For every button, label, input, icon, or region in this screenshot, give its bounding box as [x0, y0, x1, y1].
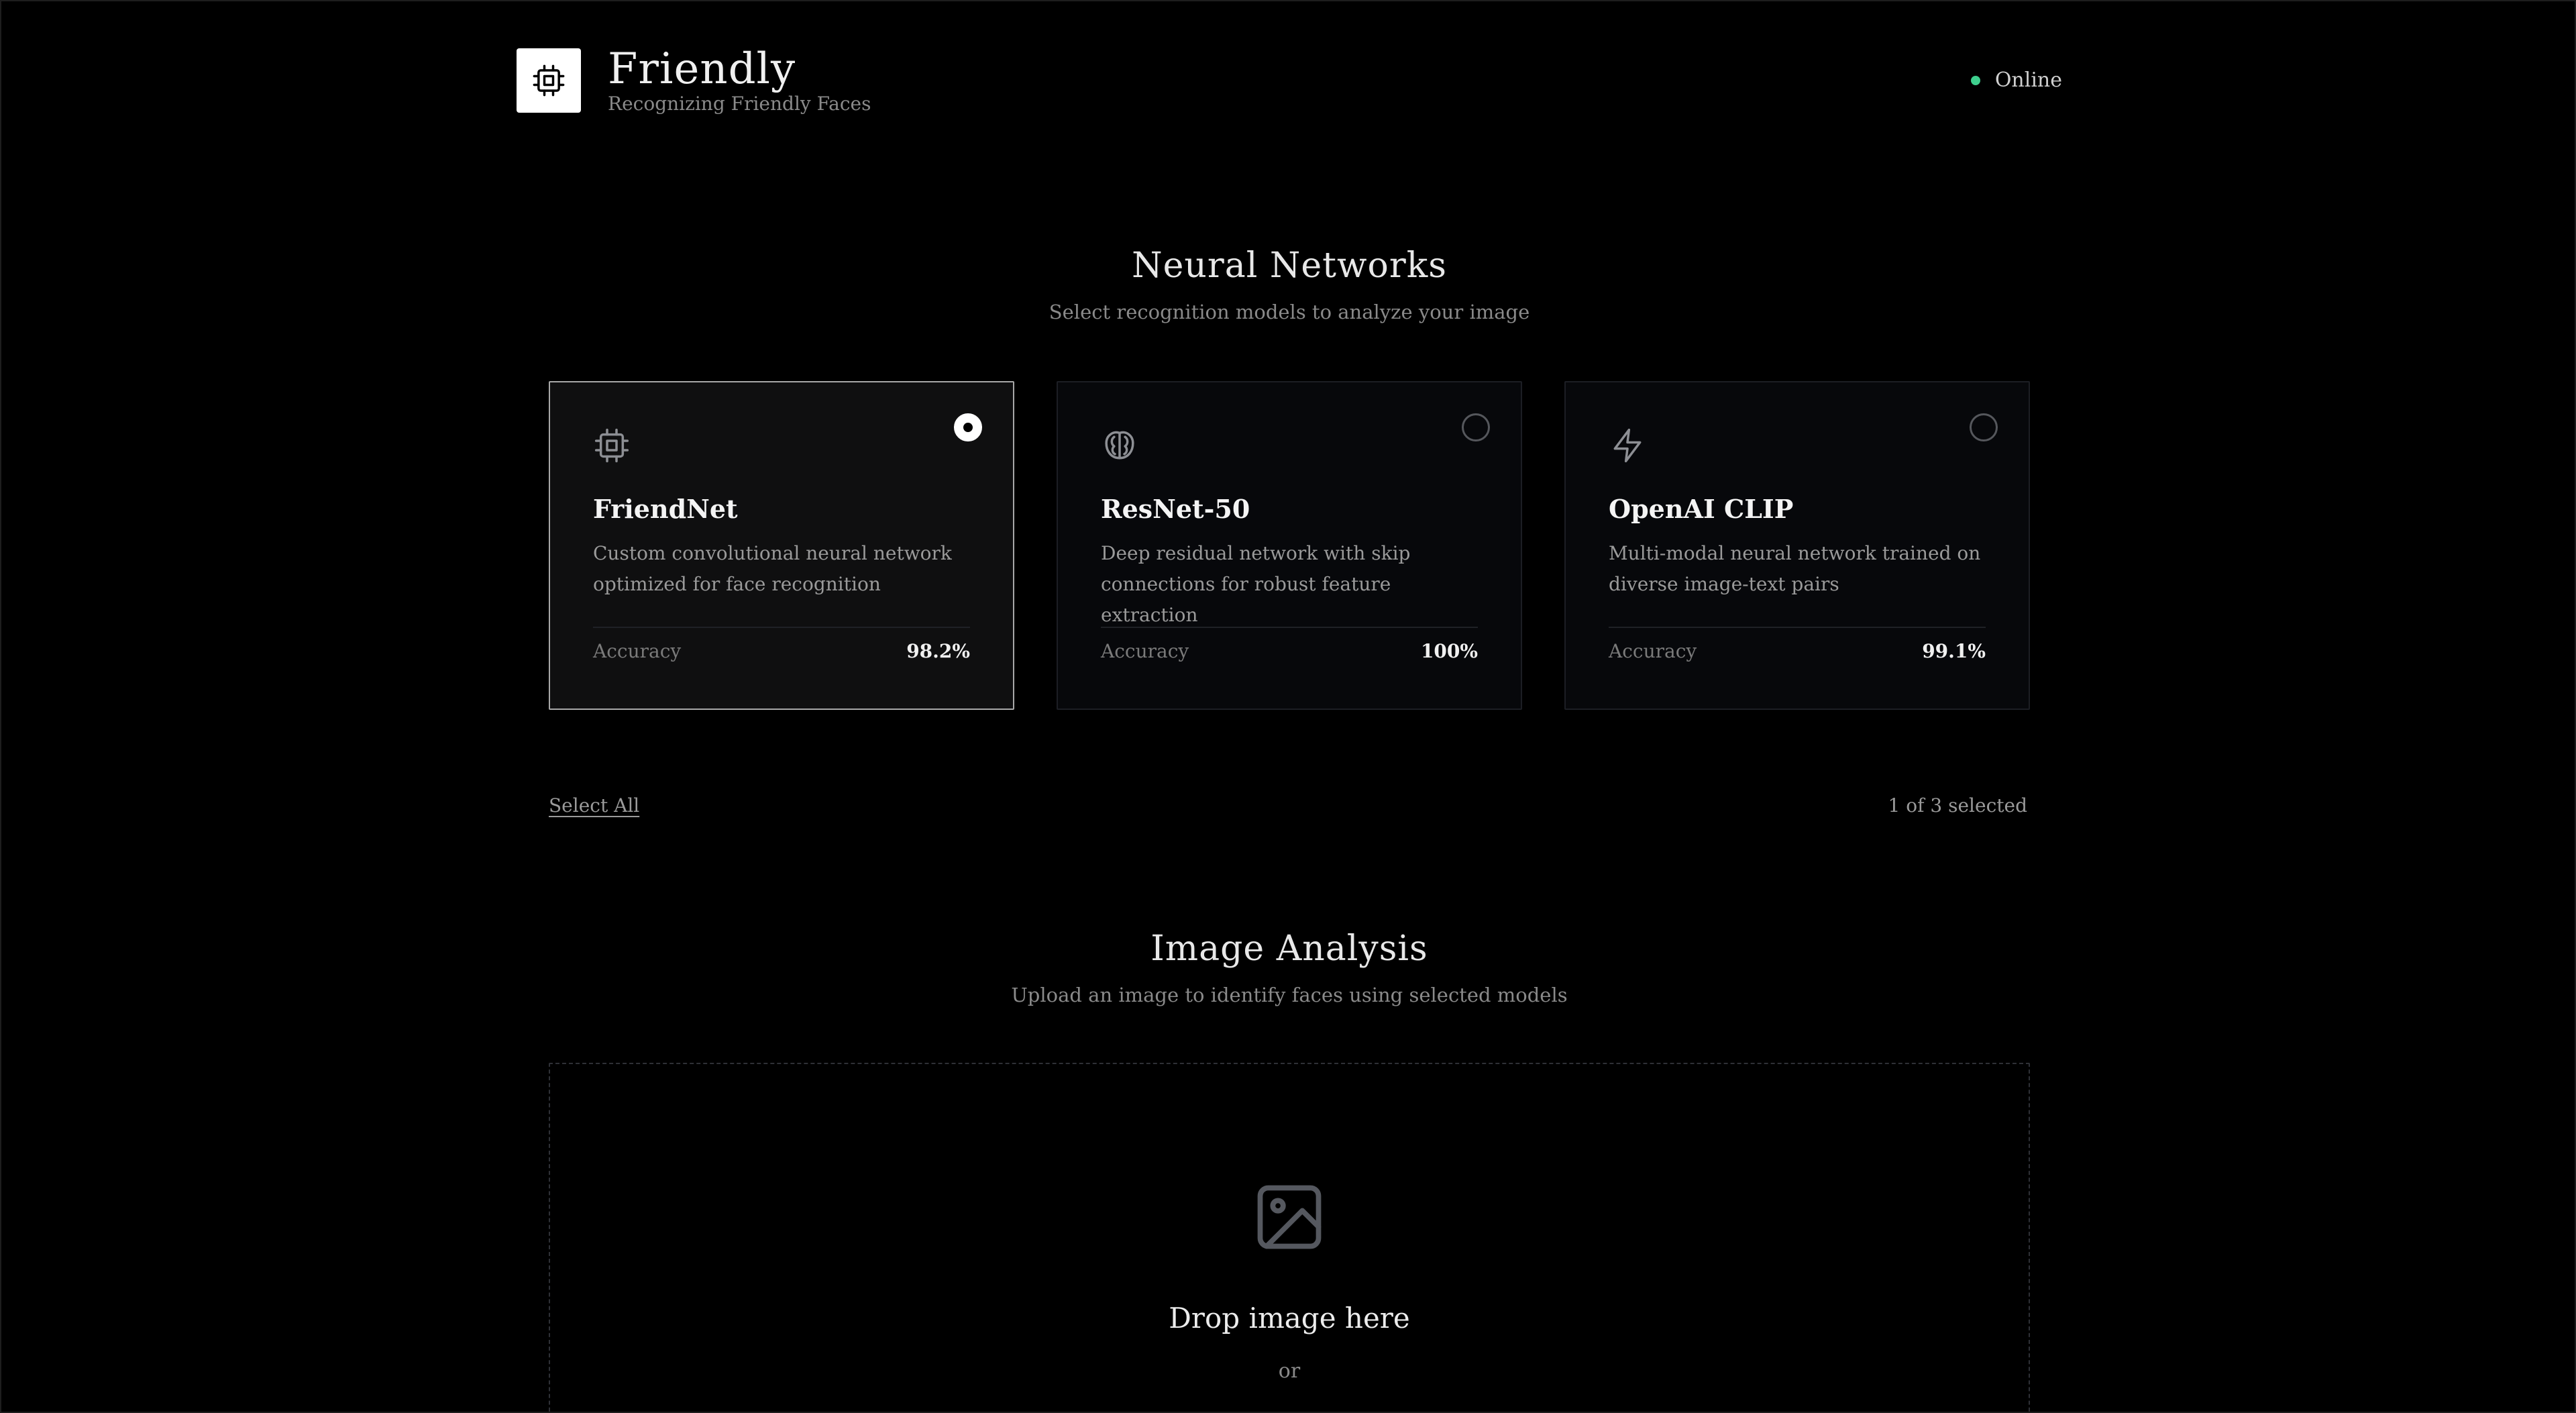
- models-section-subtitle: Select recognition models to analyze you…: [1049, 301, 1530, 323]
- model-select-radio[interactable]: [1970, 413, 1998, 441]
- status-dot-icon: [1970, 75, 1980, 85]
- accuracy-value: 99.1%: [1922, 640, 1986, 662]
- model-name: ResNet-50: [1101, 494, 1250, 524]
- model-description: Multi-modal neural network trained on di…: [1609, 542, 1981, 595]
- model-card-resnet50[interactable]: ResNet-50 Deep residual network with ski…: [1057, 381, 1522, 710]
- status-label: Online: [1994, 68, 2062, 92]
- dropzone-title: Drop image here: [1169, 1302, 1410, 1334]
- status-indicator: Online: [1970, 68, 2062, 92]
- accuracy-label: Accuracy: [1101, 640, 1189, 662]
- analysis-section-title: Image Analysis: [1150, 929, 1428, 969]
- cpu-chip-icon: [533, 64, 565, 97]
- selected-count: 1 of 3 selected: [1888, 794, 2027, 817]
- accuracy-value: 100%: [1420, 640, 1478, 662]
- model-description: Custom convolutional neural network opti…: [593, 542, 952, 595]
- select-all-button[interactable]: Select All: [549, 794, 639, 817]
- card-divider: [1101, 627, 1478, 628]
- card-divider: [593, 627, 970, 628]
- image-dropzone[interactable]: Drop image here or: [549, 1063, 2030, 1413]
- accuracy-label: Accuracy: [593, 640, 682, 662]
- accuracy-label: Accuracy: [1609, 640, 1697, 662]
- logo: [517, 48, 581, 113]
- card-divider: [1609, 627, 1986, 628]
- model-card-openai-clip[interactable]: OpenAI CLIP Multi-modal neural network t…: [1564, 381, 2030, 710]
- model-name: FriendNet: [593, 494, 738, 524]
- model-description: Deep residual network with skip connecti…: [1101, 542, 1411, 626]
- model-select-radio[interactable]: [1462, 413, 1490, 441]
- brand-subtitle: Recognizing Friendly Faces: [608, 93, 871, 115]
- model-name: OpenAI CLIP: [1609, 494, 1794, 524]
- model-select-radio[interactable]: [954, 413, 982, 441]
- models-section-title: Neural Networks: [1132, 246, 1447, 286]
- model-card-friendnet[interactable]: FriendNet Custom convolutional neural ne…: [549, 381, 1014, 710]
- dropzone-or-text: or: [1278, 1359, 1301, 1383]
- cpu-chip-icon: [594, 428, 629, 463]
- app-page: Friendly Recognizing Friendly Faces Onli…: [0, 0, 2576, 1413]
- accuracy-value: 98.2%: [906, 640, 970, 662]
- model-cards: FriendNet Custom convolutional neural ne…: [549, 381, 2030, 710]
- image-icon: [1257, 1185, 1322, 1249]
- brand-title: Friendly: [608, 44, 796, 94]
- lightning-bolt-icon: [1613, 428, 1642, 463]
- brain-icon: [1105, 431, 1134, 460]
- app-header: Friendly Recognizing Friendly Faces Onli…: [517, 44, 2062, 122]
- analysis-section-subtitle: Upload an image to identify faces using …: [1011, 984, 1568, 1006]
